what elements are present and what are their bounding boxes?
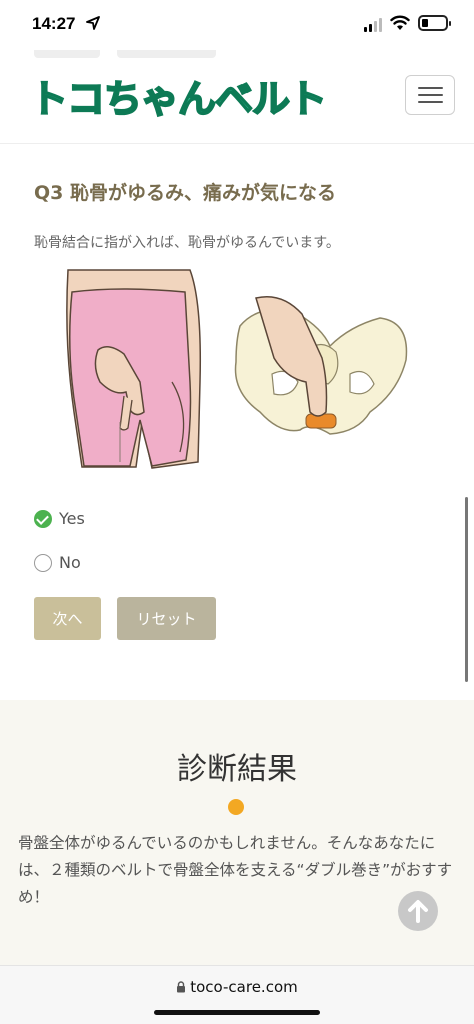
status-time: 14:27 [32, 14, 76, 33]
site-header: トコちゃんベルト [0, 50, 474, 144]
pelvis-illustration [234, 296, 408, 435]
header-tab[interactable] [34, 50, 100, 58]
wifi-icon [390, 15, 410, 30]
question-title: Q3 恥骨がゆるみ、痛みが気になる [34, 182, 336, 204]
pubic-bone-illustration [66, 269, 408, 469]
url-text[interactable]: toco-care.com [190, 978, 297, 996]
next-button[interactable]: 次へ [34, 597, 101, 640]
header-tab[interactable] [117, 50, 216, 58]
reset-button[interactable]: リセット [117, 597, 216, 640]
browser-address-bar[interactable]: toco-care.com [0, 965, 474, 1024]
scrollbar[interactable] [465, 497, 468, 682]
radio-unchecked-icon[interactable] [34, 553, 52, 572]
question-description: 恥骨結合に指が入れば、恥骨がゆるんでいます。 [34, 235, 340, 251]
cellular-signal-icon [364, 18, 382, 32]
radio-checked-icon[interactable] [34, 509, 52, 528]
result-section: 診断結果 骨盤全体がゆるんでいるのかもしれません。そんなあなたには、２種類のベル… [0, 700, 474, 965]
home-indicator[interactable] [154, 1010, 320, 1015]
battery-icon [418, 15, 451, 31]
accent-dot [228, 799, 244, 815]
answer-option-no[interactable]: No [34, 553, 81, 572]
hamburger-icon [418, 87, 443, 89]
answer-option-yes[interactable]: Yes [34, 509, 85, 528]
result-text: 骨盤全体がゆるんでいるのかもしれません。そんなあなたには、２種類のベルトで骨盤全… [18, 834, 453, 907]
location-arrow-icon [86, 16, 100, 30]
result-title: 診断結果 [177, 752, 297, 787]
answer-label-yes: Yes [59, 509, 85, 528]
status-bar: 14:27 [0, 0, 474, 50]
answer-label-no: No [59, 553, 81, 572]
arrow-up-icon [408, 900, 428, 923]
lock-icon [177, 981, 186, 993]
body-figure-illustration [66, 269, 202, 469]
hamburger-menu-button[interactable] [405, 75, 455, 115]
scroll-to-top-button[interactable] [398, 891, 438, 931]
site-logo[interactable]: トコちゃんベルト [29, 68, 328, 123]
